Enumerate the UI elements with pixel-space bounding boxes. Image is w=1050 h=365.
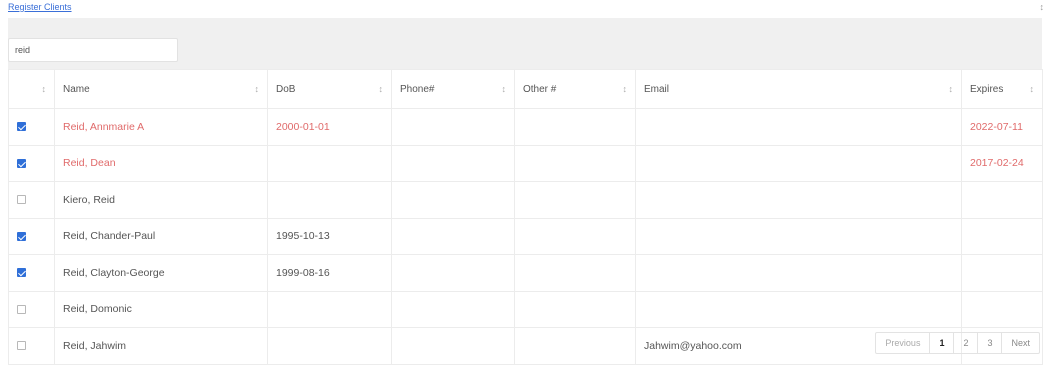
other-column-header[interactable]: Other # ↕ bbox=[514, 69, 636, 109]
sort-icon[interactable]: ↕ bbox=[502, 84, 507, 94]
sort-icon[interactable]: ↕ bbox=[255, 84, 260, 94]
clients-table: ↕ Name ↕ DoB ↕ Phone# ↕ Other # ↕ Email ↕ Exp… bbox=[8, 69, 1043, 365]
phone-cell bbox=[391, 108, 515, 146]
page-1-button[interactable]: 1 bbox=[929, 333, 953, 353]
previous-page-button[interactable]: Previous bbox=[876, 333, 929, 353]
email-cell bbox=[635, 108, 962, 146]
scroll-indicator-icon: ↕ bbox=[1039, 2, 1045, 12]
column-label: DoB bbox=[276, 83, 296, 95]
table-row[interactable]: Reid, Annmarie A 2000-01-01 2022-07-11 bbox=[8, 108, 1043, 146]
column-label: Phone# bbox=[400, 83, 435, 95]
sort-icon[interactable]: ↕ bbox=[949, 84, 954, 94]
select-column-header[interactable]: ↕ bbox=[8, 69, 55, 109]
register-clients-link[interactable]: Register Clients bbox=[8, 2, 72, 12]
row-select-cell[interactable] bbox=[8, 144, 55, 182]
column-label: Expires bbox=[970, 83, 1004, 95]
phone-cell bbox=[391, 327, 515, 365]
other-cell bbox=[514, 108, 636, 146]
sort-icon[interactable]: ↕ bbox=[1030, 84, 1035, 94]
other-cell bbox=[514, 181, 636, 219]
expires-cell bbox=[961, 181, 1043, 219]
other-cell bbox=[514, 327, 636, 365]
phone-cell bbox=[391, 254, 515, 292]
phone-cell bbox=[391, 144, 515, 182]
name-cell: Reid, Chander-Paul bbox=[54, 217, 268, 255]
other-cell bbox=[514, 144, 636, 182]
expires-cell bbox=[961, 290, 1043, 328]
dob-column-header[interactable]: DoB ↕ bbox=[267, 69, 392, 109]
expires-cell: 2022-07-11 bbox=[961, 108, 1043, 146]
row-checkbox[interactable] bbox=[17, 304, 26, 314]
dob-cell bbox=[267, 144, 392, 182]
name-cell: Reid, Domonic bbox=[54, 290, 268, 328]
email-cell bbox=[635, 217, 962, 255]
name-column-header[interactable]: Name ↕ bbox=[54, 69, 268, 109]
pagination: Previous 1 2 3 Next bbox=[875, 332, 1040, 354]
sort-icon[interactable]: ↕ bbox=[379, 84, 384, 94]
dob-cell: 1999-08-16 bbox=[267, 254, 392, 292]
phone-column-header[interactable]: Phone# ↕ bbox=[391, 69, 515, 109]
expires-column-header[interactable]: Expires ↕ bbox=[961, 69, 1043, 109]
email-cell bbox=[635, 254, 962, 292]
column-label: Other # bbox=[523, 83, 557, 95]
row-select-cell[interactable] bbox=[8, 290, 55, 328]
phone-cell bbox=[391, 290, 515, 328]
row-checkbox[interactable] bbox=[17, 268, 26, 278]
row-select-cell[interactable] bbox=[8, 108, 55, 146]
table-row[interactable]: Reid, Chander-Paul 1995-10-13 bbox=[8, 217, 1043, 255]
dob-cell bbox=[267, 290, 392, 328]
row-select-cell[interactable] bbox=[8, 254, 55, 292]
row-checkbox[interactable] bbox=[17, 231, 26, 241]
page-2-button[interactable]: 2 bbox=[953, 333, 977, 353]
row-select-cell[interactable] bbox=[8, 181, 55, 219]
phone-cell bbox=[391, 217, 515, 255]
email-column-header[interactable]: Email ↕ bbox=[635, 69, 962, 109]
other-cell bbox=[514, 290, 636, 328]
table-row[interactable]: Reid, Dean 2017-02-24 bbox=[8, 144, 1043, 182]
search-input[interactable] bbox=[8, 38, 178, 62]
column-label: Name bbox=[63, 83, 90, 95]
dob-cell: 1995-10-13 bbox=[267, 217, 392, 255]
row-checkbox[interactable] bbox=[17, 341, 26, 351]
dob-cell: 2000-01-01 bbox=[267, 108, 392, 146]
column-label: Email bbox=[644, 83, 670, 95]
expires-cell bbox=[961, 254, 1043, 292]
name-cell: Reid, Jahwim bbox=[54, 327, 268, 365]
email-cell bbox=[635, 290, 962, 328]
other-cell bbox=[514, 217, 636, 255]
row-checkbox[interactable] bbox=[17, 158, 26, 168]
other-cell bbox=[514, 254, 636, 292]
name-cell: Reid, Dean bbox=[54, 144, 268, 182]
sort-icon[interactable]: ↕ bbox=[623, 84, 628, 94]
dob-cell bbox=[267, 327, 392, 365]
name-cell: Reid, Clayton-George bbox=[54, 254, 268, 292]
name-cell: Reid, Annmarie A bbox=[54, 108, 268, 146]
row-select-cell[interactable] bbox=[8, 217, 55, 255]
expires-cell bbox=[961, 217, 1043, 255]
phone-cell bbox=[391, 181, 515, 219]
row-checkbox[interactable] bbox=[17, 195, 26, 205]
name-cell: Kiero, Reid bbox=[54, 181, 268, 219]
dob-cell bbox=[267, 181, 392, 219]
table-row[interactable]: Kiero, Reid bbox=[8, 181, 1043, 219]
email-cell bbox=[635, 144, 962, 182]
row-select-cell[interactable] bbox=[8, 327, 55, 365]
sort-icon[interactable]: ↕ bbox=[42, 84, 47, 94]
table-row[interactable]: Reid, Domonic bbox=[8, 290, 1043, 328]
table-row[interactable]: Reid, Clayton-George 1999-08-16 bbox=[8, 254, 1043, 292]
page-3-button[interactable]: 3 bbox=[977, 333, 1001, 353]
expires-cell: 2017-02-24 bbox=[961, 144, 1043, 182]
email-cell bbox=[635, 181, 962, 219]
next-page-button[interactable]: Next bbox=[1001, 333, 1039, 353]
table-header-row: ↕ Name ↕ DoB ↕ Phone# ↕ Other # ↕ Email ↕ Exp… bbox=[8, 69, 1043, 109]
row-checkbox[interactable] bbox=[17, 122, 26, 132]
